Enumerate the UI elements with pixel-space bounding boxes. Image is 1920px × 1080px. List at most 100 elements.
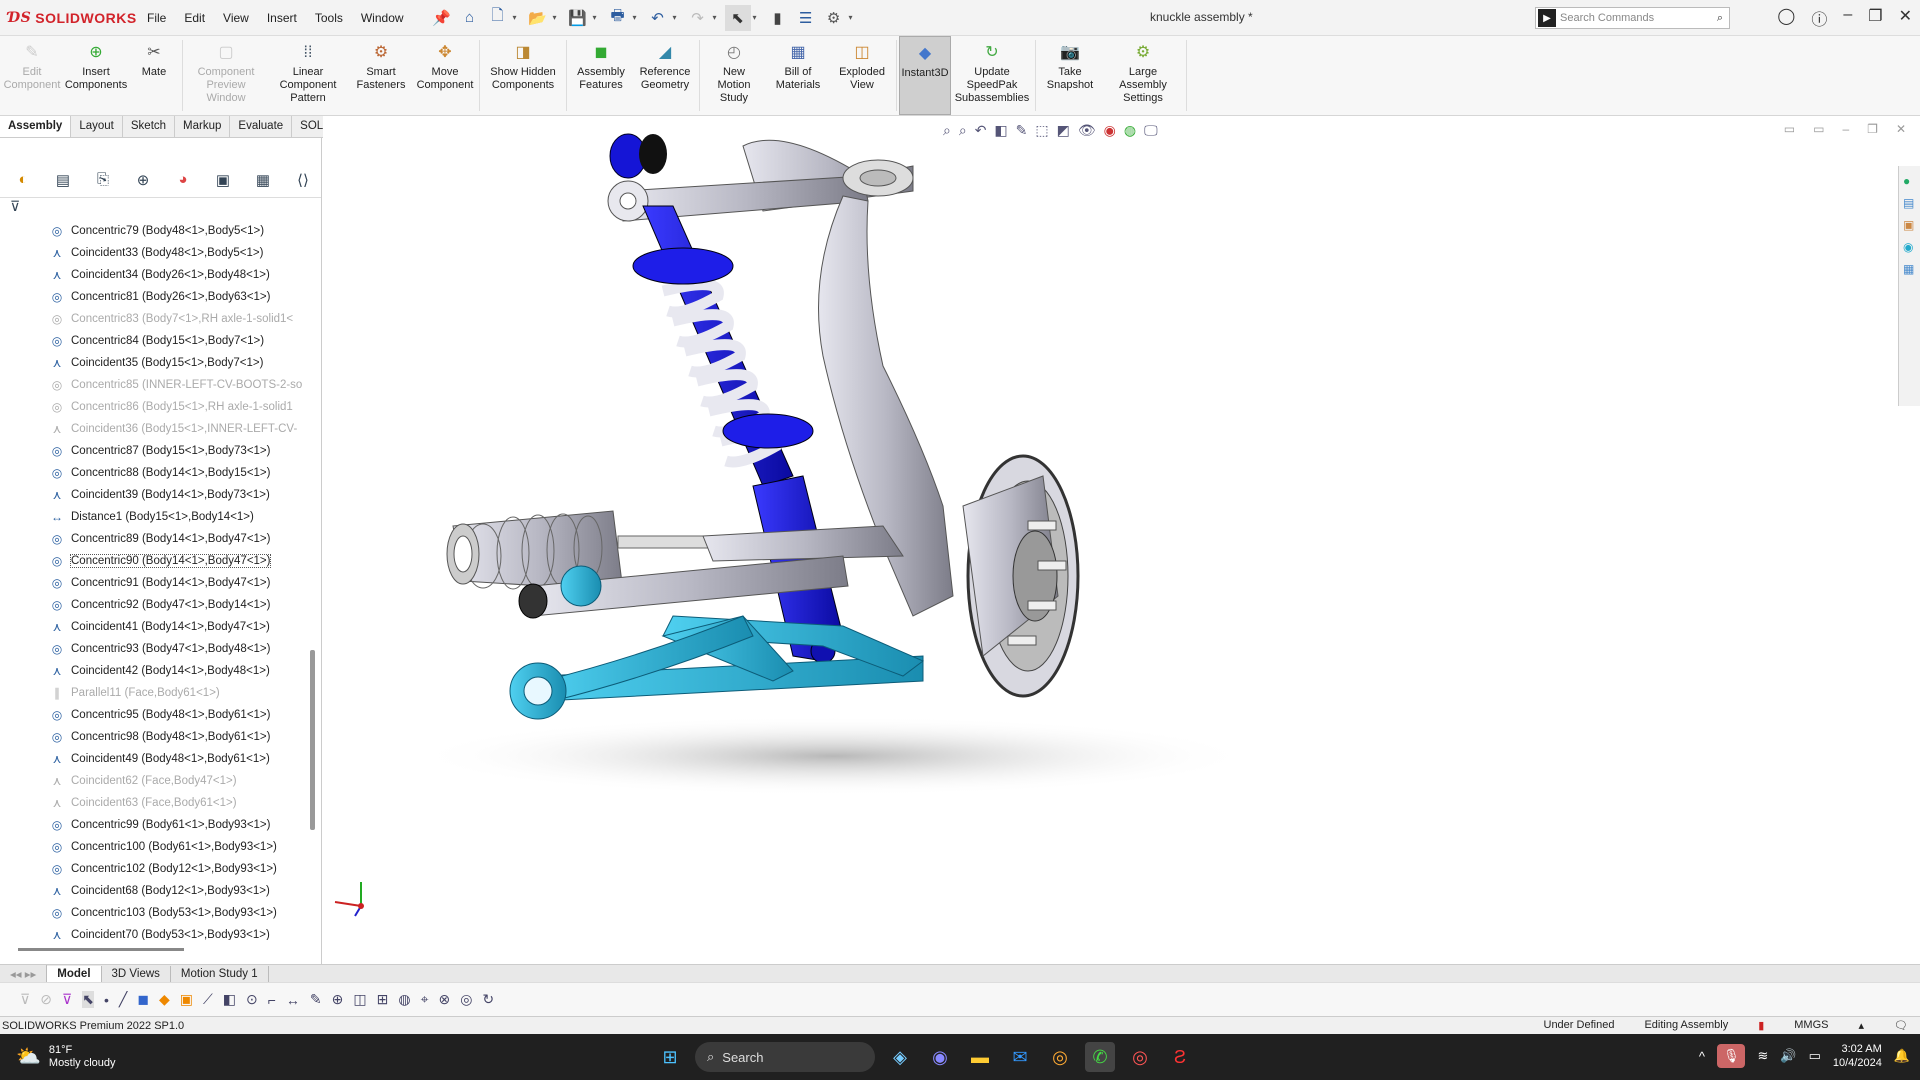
units-selector[interactable]: MMGS [1794,1019,1828,1032]
windows-start-icon[interactable]: ⊞ [655,1042,685,1072]
mate-tree-item[interactable]: ⋏ Coincident49 (Body48<1>,Body61<1>) [0,748,310,770]
mate-tree-item[interactable]: ◎ Concentric85 (INNER-LEFT-CV-BOOTS-2-so [0,374,310,396]
mate-tree-item[interactable]: ⋏ Coincident36 (Body15<1>,INNER-LEFT-CV- [0,418,310,440]
cam-feature-icon[interactable]: ▣ [210,167,236,193]
property-manager-icon[interactable]: ▤ [50,167,76,193]
new-document-icon[interactable]: 🗋 [485,5,511,31]
cm-show-hidden-components-button[interactable]: ◨ Show Hidden Components [482,36,564,115]
chevron-down-icon[interactable]: ▾ [513,13,523,22]
mate-tree-item[interactable]: ◎ Concentric95 (Body48<1>,Body61<1>) [0,704,310,726]
chevron-down-icon[interactable]: ▾ [713,13,723,22]
notification-bell-icon[interactable]: 🔔 [1894,1048,1910,1064]
cm-exploded-view-button[interactable]: ◫ Exploded View [830,36,894,115]
tab-markup[interactable]: Markup [175,116,231,137]
traffic-light-icon[interactable]: ▮ [765,5,791,31]
taskbar-search[interactable]: ⌕ Search [695,1042,875,1072]
mate-tree-item[interactable]: ⋏ Coincident42 (Body14<1>,Body48<1>) [0,660,310,682]
search-commands-input[interactable]: ▶ Search Commands ⌕ [1535,7,1730,29]
whatsapp-icon[interactable]: ✆ [1085,1042,1115,1072]
tree-scrollbar[interactable] [308,220,318,940]
mate-tree-item[interactable]: ⋏ Coincident41 (Body14<1>,Body47<1>) [0,616,310,638]
mate-tree-item[interactable]: ◎ Concentric87 (Body15<1>,Body73<1>) [0,440,310,462]
filter-icon[interactable]: ⊽ [0,198,321,220]
cm-component-preview-window-button[interactable]: ▢ Component Preview Window [185,36,267,115]
select-vertex-icon[interactable]: • [104,992,109,1008]
mate-tree-item[interactable]: ◎ Concentric89 (Body14<1>,Body47<1>) [0,528,310,550]
select-surface-icon[interactable]: ◍ [398,991,410,1008]
select-sketch-icon[interactable]: ⌐ [268,992,276,1008]
select-note-icon[interactable]: ✎ [310,991,322,1008]
wifi-icon[interactable]: ≋ [1757,1048,1768,1064]
mate-tree-item[interactable]: ◎ Concentric103 (Body53<1>,Body93<1>) [0,902,310,924]
select-loop-icon[interactable]: ↻ [482,991,494,1008]
cm-take-snapshot-button[interactable]: 📷 Take Snapshot [1038,36,1102,115]
mate-tree-item[interactable]: ⋏ Coincident39 (Body14<1>,Body73<1>) [0,484,310,506]
solidworks-taskbar-icon[interactable]: Ƨ [1165,1042,1195,1072]
mate-tree-item[interactable]: ◎ Concentric91 (Body14<1>,Body47<1>) [0,572,310,594]
outlook-icon[interactable]: ✉ [1005,1042,1035,1072]
mate-tree-item[interactable]: ◎ Concentric79 (Body48<1>,Body5<1>) [0,220,310,242]
mate-tree-item[interactable]: ◎ Concentric88 (Body14<1>,Body15<1>) [0,462,310,484]
brake-rotor-hub[interactable] [962,454,1080,698]
select-point-icon[interactable]: ⊙ [246,991,258,1008]
select-datum-icon[interactable]: ◫ [353,991,366,1008]
tab-assembly[interactable]: Assembly [0,116,72,137]
close-icon[interactable]: ✕ [1899,6,1912,30]
mate-tree-item[interactable]: ◎ Concentric100 (Body61<1>,Body93<1>) [0,836,310,858]
chevron-down-icon[interactable]: ▾ [633,13,643,22]
menu-view[interactable]: View [216,7,256,29]
cm-mate-button[interactable]: ✂ Mate [128,36,180,115]
task-pane-library-icon[interactable]: ▤ [1903,196,1916,210]
chrome-icon[interactable]: ◎ [1045,1042,1075,1072]
notifications-icon[interactable]: 🗨 [1894,1019,1908,1032]
select-face-icon[interactable]: ◼ [137,991,149,1008]
select-weld-icon[interactable]: ⌖ [421,991,429,1008]
help-icon[interactable]: ⓘ [1811,6,1827,30]
mate-tree-item[interactable]: ⋏ Coincident62 (Face,Body47<1>) [0,770,310,792]
options-gear-icon[interactable]: ⚙ [821,5,847,31]
menu-edit[interactable]: Edit [177,7,212,29]
mate-tree-item[interactable]: ◎ Concentric81 (Body26<1>,Body63<1>) [0,286,310,308]
microphone-icon[interactable]: 🎙 [1716,1044,1746,1068]
tray-overflow-icon[interactable]: ^ [1699,1049,1705,1064]
mate-tree-item[interactable]: ◎ Concentric102 (Body12<1>,Body93<1>) [0,858,310,880]
chrome-profile-icon[interactable]: ◎ [1125,1042,1155,1072]
tab-layout[interactable]: Layout [71,116,123,137]
solidworks-logo[interactable]: ƊS SOLIDWORKS [0,10,140,26]
dimxpert-icon[interactable]: ⊕ [130,167,156,193]
tab-evaluate[interactable]: Evaluate [230,116,293,137]
menu-insert[interactable]: Insert [260,7,304,29]
mate-tree-item[interactable]: ◎ Concentric83 (Body7<1>,RH axle-1-solid1… [0,308,310,330]
filter-clear-icon[interactable]: ⊘ [40,991,52,1008]
cam-operation-icon[interactable]: ▦ [250,167,276,193]
mate-tree-item[interactable]: ◎ Concentric92 (Body47<1>,Body14<1>) [0,594,310,616]
select-hole-icon[interactable]: ◎ [460,991,472,1008]
units-chevron-icon[interactable]: ▴ [1859,1019,1865,1032]
task-pane-palette-icon[interactable]: ▦ [1903,262,1916,276]
volume-icon[interactable]: 🔊 [1780,1048,1796,1064]
toggle-filters-icon[interactable]: ⊽ [62,991,72,1008]
rebuild-status-icon[interactable]: ▮ [1758,1019,1764,1032]
restore-icon[interactable]: ❐ [1868,6,1882,30]
weather-widget[interactable]: ⛅ 81°F Mostly cloudy [0,1044,116,1070]
mate-tree-item[interactable]: ◎ Concentric90 (Body14<1>,Body47<1>) [0,550,310,572]
search-icon[interactable]: ⌕ [1717,12,1723,25]
select-icon[interactable]: ⬉ [82,991,94,1008]
select-annotation-icon[interactable]: ⊕ [332,991,344,1008]
filter-funnel-icon[interactable]: ⊽ [20,991,30,1008]
clock[interactable]: 3:02 AM 10/4/2024 [1833,1042,1882,1070]
chevron-down-icon[interactable]: ▾ [593,13,603,22]
chevron-down-icon[interactable]: ▾ [753,13,763,22]
select-cosmetic-icon[interactable]: ⊗ [438,991,450,1008]
cm-update-speedpak-subassemblies-button[interactable]: ↻ Update SpeedPak Subassemblies [951,36,1033,115]
cm-insert-components-button[interactable]: ⊕ Insert Components [64,36,128,115]
mate-tree-item[interactable]: ⋏ Coincident68 (Body12<1>,Body93<1>) [0,880,310,902]
menu-tools[interactable]: Tools [308,7,350,29]
cm-smart-fasteners-button[interactable]: ⚙ Smart Fasteners [349,36,413,115]
cm-instant3d-button[interactable]: ◆ Instant3D [899,36,951,115]
cm-reference-geometry-button[interactable]: ◢ Reference Geometry [633,36,697,115]
mate-tree-item[interactable]: ⋏ Coincident33 (Body48<1>,Body5<1>) [0,242,310,264]
cm-large-assembly-settings-button[interactable]: ⚙ Large Assembly Settings [1102,36,1184,115]
mate-tree-item[interactable]: ⋏ Coincident35 (Body15<1>,Body7<1>) [0,352,310,374]
scrollbar-thumb[interactable] [310,650,315,830]
